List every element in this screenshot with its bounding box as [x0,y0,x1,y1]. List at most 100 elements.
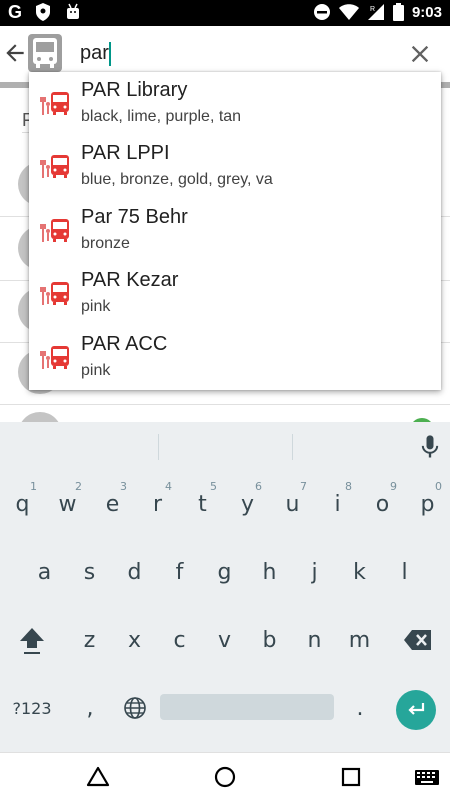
suggestion-title: Par 75 Behr [81,206,188,228]
key-label: r [152,491,163,517]
battery-icon [392,3,404,21]
bus-stop-icon [40,219,69,242]
key-g[interactable]: g [202,544,247,600]
key-label: w [58,491,77,517]
key-hint: 7 [300,480,307,493]
bus-stop-icon [40,346,69,369]
key-label: y [240,491,255,517]
key-o[interactable]: 9o [360,476,405,532]
key-p[interactable]: 0p [405,476,450,532]
suggestion-item[interactable]: PAR LPPI blue, bronze, gold, grey, va [29,135,441,198]
bus-stop-icon [40,155,69,178]
key-s[interactable]: s [67,544,112,600]
wifi-icon [338,4,359,20]
android-debug-icon [67,3,80,19]
backspace-key[interactable] [396,612,440,668]
key-label: q [15,491,30,517]
search-input[interactable] [80,38,380,68]
key-b[interactable]: b [247,612,292,668]
bus-app-icon [28,34,62,72]
divider [0,404,450,405]
shift-icon [20,628,44,654]
soft-keyboard: 1q 2w 3e 4r 5t 6y 7u 8i 9o 0p a s d f g … [0,422,450,752]
suggestion-item[interactable]: PAR Library black, lime, purple, tan [29,72,441,135]
key-k[interactable]: k [337,544,382,600]
enter-icon [408,703,425,715]
key-hint: 6 [255,480,262,493]
backspace-icon [404,630,431,650]
suggestion-subtitle: pink [81,362,111,379]
key-label: p [420,491,435,517]
suggestion-title: PAR Library [81,79,188,101]
key-label: t [198,491,207,517]
comma-key[interactable]: , [70,680,110,736]
key-u[interactable]: 7u [270,476,315,532]
clock: 9:03 [411,3,442,21]
bus-stop-icon [40,92,69,115]
keyboard-switch-icon[interactable] [414,763,440,791]
suggestion-item[interactable]: Par 75 Behr bronze [29,199,441,262]
key-j[interactable]: j [292,544,337,600]
key-a[interactable]: a [22,544,67,600]
key-f[interactable]: f [157,544,202,600]
key-e[interactable]: 3e [90,476,135,532]
key-x[interactable]: x [112,612,157,668]
key-i[interactable]: 8i [315,476,360,532]
key-hint: 4 [165,480,172,493]
key-hint: 3 [120,480,127,493]
mic-icon[interactable] [416,432,444,462]
shift-key[interactable] [10,612,54,668]
key-q[interactable]: 1q [0,476,45,532]
key-v[interactable]: v [202,612,247,668]
language-key[interactable] [115,680,155,736]
shield-icon [36,3,51,21]
back-triangle-icon[interactable] [84,763,112,791]
spacebar[interactable] [160,694,334,720]
home-circle-icon[interactable] [211,763,239,791]
key-hint: 0 [435,480,442,493]
suggestion-title: PAR ACC [81,333,168,355]
arrow-back-icon[interactable] [2,40,28,66]
close-icon[interactable] [406,40,434,68]
suggestion-title: PAR Kezar [81,269,179,291]
period-key[interactable]: . [340,680,380,736]
suggestion-subtitle: bronze [81,235,130,252]
key-hint: 8 [345,480,352,493]
recents-square-icon[interactable] [337,763,365,791]
suggestion-title: PAR LPPI [81,142,170,164]
suggestion-subtitle: black, lime, purple, tan [81,108,242,125]
suggestion-strip-divider [292,434,293,460]
key-label: o [375,491,390,517]
key-c[interactable]: c [157,612,202,668]
suggestion-strip-divider [158,434,159,460]
key-z[interactable]: z [67,612,112,668]
signal-icon: R [367,4,384,20]
key-l[interactable]: l [382,544,427,600]
key-t[interactable]: 5t [180,476,225,532]
key-m[interactable]: m [337,612,382,668]
symbols-key[interactable]: ?123 [4,680,60,736]
key-h[interactable]: h [247,544,292,600]
key-n[interactable]: n [292,612,337,668]
suggestion-item[interactable]: PAR ACC pink [29,326,441,389]
key-y[interactable]: 6y [225,476,270,532]
do-not-disturb-icon [313,4,330,20]
key-d[interactable]: d [112,544,157,600]
google-icon: G [8,2,23,22]
suggestion-subtitle: blue, bronze, gold, grey, va [81,171,273,188]
bus-stop-icon [40,282,69,305]
key-hint: 2 [75,480,82,493]
key-hint: 9 [390,480,397,493]
enter-key[interactable] [396,690,436,730]
navigation-bar [0,752,450,800]
key-hint: 5 [210,480,217,493]
key-hint: 1 [30,480,37,493]
key-r[interactable]: 4r [135,476,180,532]
svg-text:R: R [370,6,375,13]
suggestions-dropdown: PAR Library black, lime, purple, tan PAR… [29,72,441,390]
suggestion-subtitle: pink [81,298,111,315]
suggestion-item[interactable]: PAR Kezar pink [29,262,441,325]
status-bar: G R 9:03 [0,0,450,26]
key-w[interactable]: 2w [45,476,90,532]
globe-icon [124,697,146,719]
